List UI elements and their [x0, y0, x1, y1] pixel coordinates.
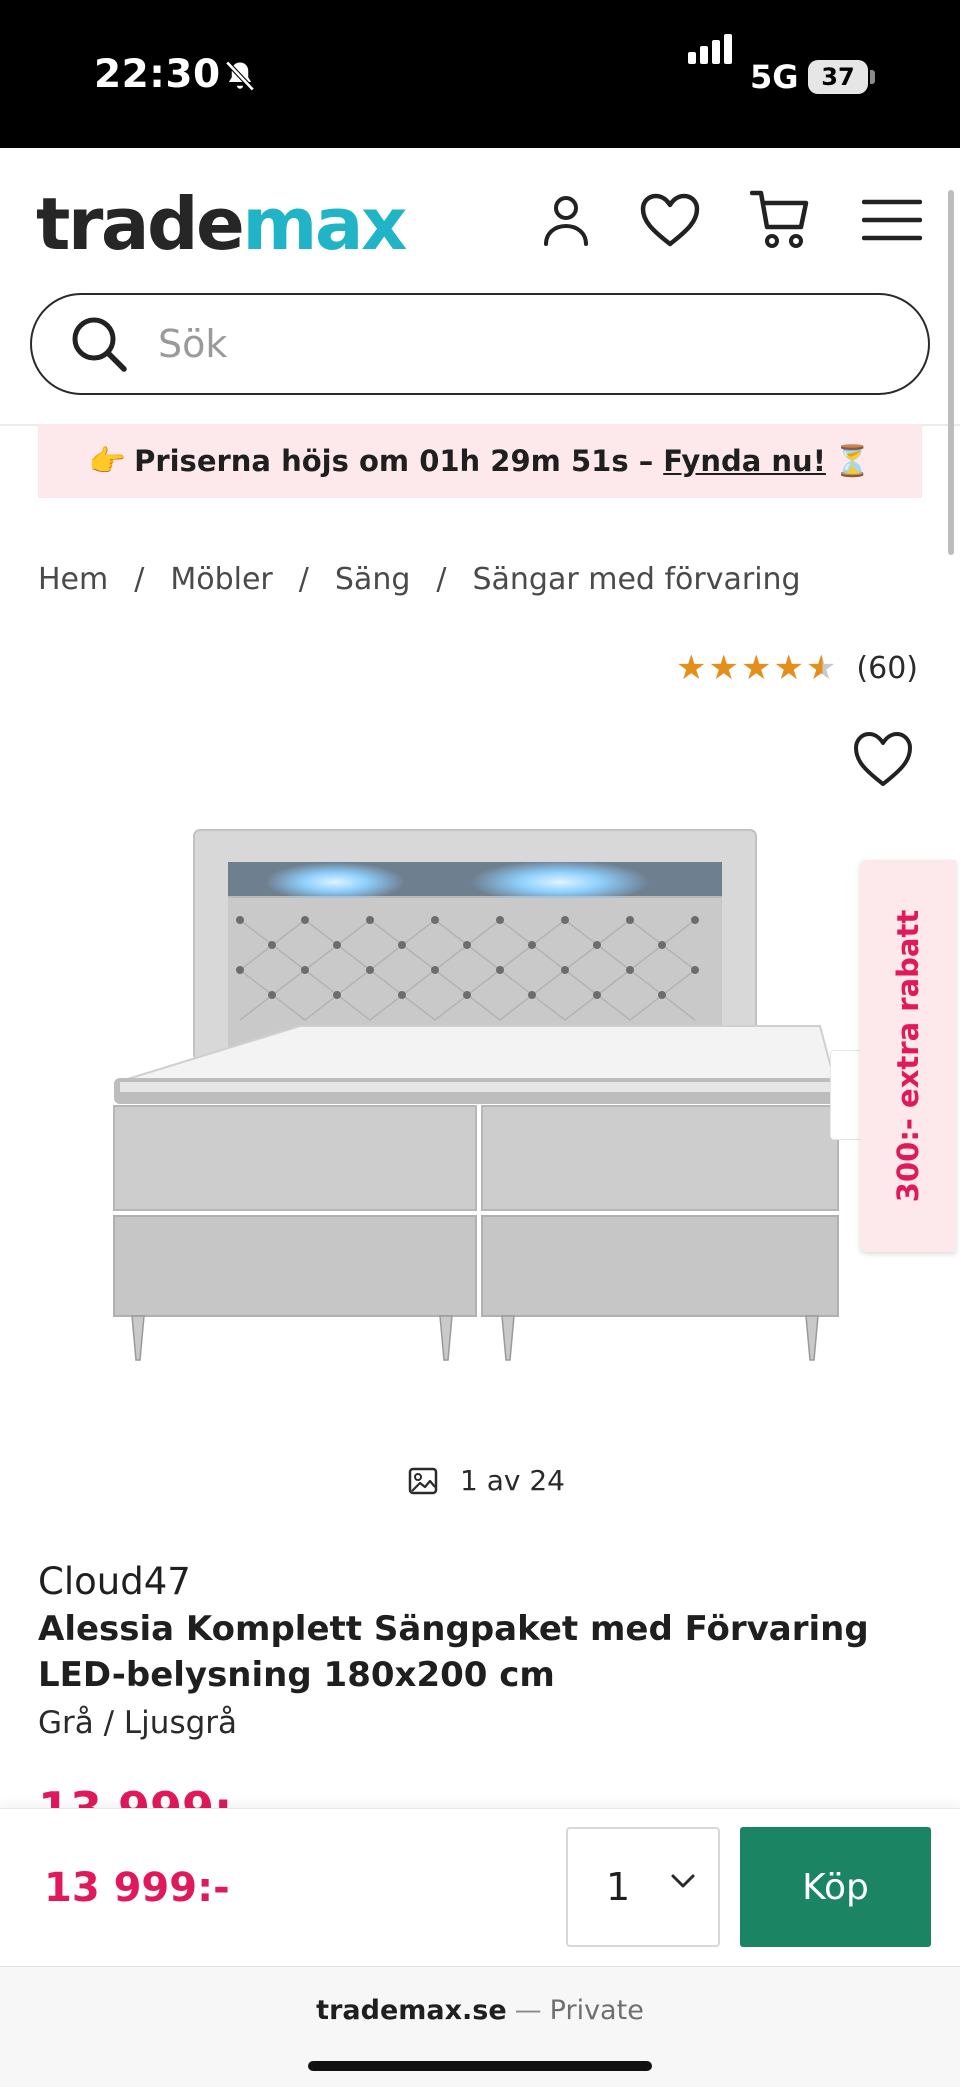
product-price: 13 999:-	[44, 1865, 230, 1911]
review-count: (60)	[856, 650, 919, 686]
breadcrumb-separator: /	[134, 562, 145, 597]
logo-part-b: max	[242, 182, 407, 266]
site-header: trademax	[0, 148, 960, 426]
breadcrumb-separator: /	[298, 562, 309, 597]
breadcrumb-item-bed[interactable]: Säng	[335, 562, 410, 597]
quantity-value: 1	[606, 1865, 631, 1909]
buy-button[interactable]: Köp	[740, 1827, 931, 1947]
chevron-down-icon	[671, 1874, 695, 1888]
search-bar[interactable]	[30, 293, 930, 395]
heart-icon	[640, 193, 700, 247]
star-icon: ★	[708, 648, 739, 688]
extra-discount-label: 300:- extra rabatt	[891, 909, 925, 1203]
logo-part-a: trade	[36, 182, 245, 266]
page-scrollbar[interactable]	[948, 190, 954, 555]
pointing-hand-icon: 👉	[88, 443, 127, 479]
breadcrumb-separator: /	[436, 562, 447, 597]
breadcrumb-item-home[interactable]: Hem	[38, 562, 108, 597]
product-title: Alessia Komplett Sängpaket med Förvaring…	[38, 1609, 869, 1695]
star-icon: ★	[773, 648, 804, 688]
url-separator: —	[514, 1995, 542, 2026]
browser-address-bar[interactable]: trademax.se — Private	[0, 1966, 960, 2087]
product-image[interactable]	[100, 820, 860, 1380]
status-bar: 22:30 5G 37	[0, 0, 960, 148]
promo-cta-link[interactable]: Fynda nu!	[663, 444, 826, 478]
cart-icon	[750, 190, 809, 248]
hourglass-icon: ⏳	[833, 443, 872, 479]
star-icon: ★	[676, 648, 707, 688]
breadcrumb-item-storage-beds[interactable]: Sängar med förvaring	[472, 562, 800, 597]
bell-slash-icon	[225, 60, 255, 92]
status-time: 22:30	[94, 52, 221, 97]
promo-banner[interactable]: 👉 Priserna höjs om 01h 29m 51s – Fynda n…	[38, 424, 922, 498]
url-line: trademax.se — Private	[0, 1995, 960, 2026]
browsing-mode: Private	[549, 1995, 644, 2026]
gallery-counter[interactable]: 1 av 24	[408, 1464, 565, 1497]
quantity-select[interactable]: 1	[566, 1827, 720, 1947]
half-star-icon: ★	[805, 648, 837, 688]
battery-indicator: 37	[808, 60, 868, 94]
inline-price-partial: 13 999:-	[38, 1786, 278, 1808]
battery-cap	[870, 70, 875, 84]
extra-discount-tab[interactable]: 300:- extra rabatt	[860, 860, 956, 1252]
cart-button[interactable]	[748, 188, 812, 252]
url-domain: trademax.se	[316, 1995, 507, 2026]
star-icon: ★	[740, 648, 772, 688]
image-icon	[408, 1467, 438, 1494]
breadcrumb-item-furniture[interactable]: Möbler	[170, 562, 272, 597]
wishlist-button[interactable]	[638, 188, 702, 252]
sticky-purchase-bar: 13 999:- 1 Köp	[0, 1808, 960, 1966]
breadcrumb: Hem / Möbler / Säng / Sängar med förvari…	[38, 562, 801, 597]
account-button[interactable]	[534, 188, 598, 252]
network-label: 5G	[750, 58, 799, 96]
menu-icon	[862, 199, 922, 241]
gallery-counter-text: 1 av 24	[460, 1464, 565, 1497]
trademax-logo[interactable]: trademax	[36, 182, 407, 266]
home-indicator[interactable]	[308, 2061, 652, 2071]
search-input[interactable]	[158, 322, 858, 366]
user-icon	[544, 196, 588, 246]
product-variant: Grå / Ljusgrå	[38, 1705, 238, 1741]
image-next-peek[interactable]	[830, 1050, 860, 1140]
add-to-wishlist-heart-icon[interactable]	[852, 730, 914, 788]
search-icon	[72, 317, 127, 372]
promo-text: Priserna höjs om 01h 29m 51s –	[134, 444, 654, 478]
product-rating[interactable]: ★ ★ ★ ★ ★ (60)	[676, 648, 918, 688]
menu-button[interactable]	[860, 188, 924, 252]
product-brand[interactable]: Cloud47	[38, 1560, 191, 1603]
